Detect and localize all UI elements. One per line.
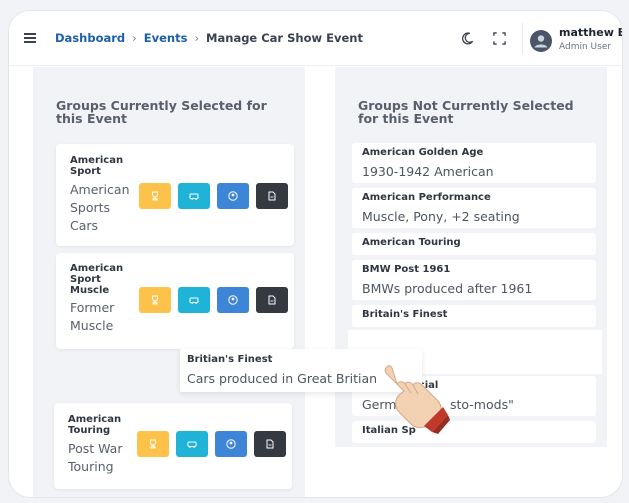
available-group-card[interactable]: BMW Post 1961 BMWs produced after 1961 (352, 260, 596, 300)
car-button[interactable] (176, 431, 208, 457)
header-divider (522, 23, 523, 55)
trophy-button[interactable] (139, 287, 171, 313)
selected-groups-title: Groups Currently Selected for this Event (56, 98, 267, 126)
group-name: American Golden Age (362, 147, 484, 158)
avatar[interactable] (530, 30, 552, 52)
user-circle-icon (228, 191, 238, 201)
unselected-groups-title: Groups Not Currently Selected for this E… (358, 98, 574, 126)
car-icon (187, 441, 197, 448)
document-icon (266, 439, 274, 449)
user-name[interactable]: matthew Eb (559, 26, 622, 39)
breadcrumb-separator: › (132, 31, 137, 45)
hand-pointer-icon (384, 365, 450, 434)
user-button[interactable] (215, 431, 247, 457)
group-description: Cars produced in Great Britian (187, 371, 378, 386)
car-icon (189, 193, 199, 200)
selected-group-card[interactable]: American Touring Post War Touring (54, 403, 292, 489)
group-name: Britain's Finest (362, 309, 448, 320)
group-name: American Touring (362, 237, 461, 248)
group-description: Former Muscle (70, 300, 115, 333)
user-button[interactable] (217, 287, 249, 313)
document-button[interactable] (254, 431, 286, 457)
available-group-card[interactable]: American Performance Muscle, Pony, +2 se… (352, 188, 596, 228)
group-description: Muscle, Pony, +2 seating (362, 209, 520, 224)
trophy-icon (152, 295, 158, 305)
group-description: American Sports Cars (70, 182, 130, 233)
breadcrumb-events[interactable]: Events (144, 31, 188, 45)
car-button[interactable] (178, 287, 210, 313)
car-button[interactable] (178, 183, 210, 209)
group-name: BMW Post 1961 (362, 264, 451, 275)
available-group-card[interactable]: Britain's Finest (352, 305, 596, 327)
document-button[interactable] (256, 287, 288, 313)
trophy-button[interactable] (139, 183, 171, 209)
top-bar: Dashboard › Events › Manage Car Show Event m… (9, 11, 622, 66)
hamburger-icon[interactable] (24, 33, 36, 43)
selected-group-card[interactable]: American Sport Muscle Former Muscle (56, 253, 294, 349)
moon-icon[interactable] (461, 32, 474, 45)
user-button[interactable] (217, 183, 249, 209)
group-name: American Performance (362, 192, 491, 203)
trophy-button[interactable] (137, 431, 169, 457)
breadcrumb-dashboard[interactable]: Dashboard (55, 31, 125, 45)
group-description: Post War Touring (68, 441, 123, 474)
document-icon (268, 191, 276, 201)
user-circle-icon (228, 295, 238, 305)
car-icon (189, 297, 199, 304)
fullscreen-icon[interactable] (493, 32, 506, 45)
trophy-icon (152, 191, 158, 201)
user-role: Admin User (559, 42, 612, 52)
breadcrumb-separator: › (194, 31, 200, 45)
group-name: American Touring (68, 414, 122, 436)
available-group-card[interactable]: American Golden Age 1930-1942 American (352, 143, 596, 183)
document-icon (268, 295, 276, 305)
group-description-tail: sto-mods" (450, 397, 514, 412)
user-circle-icon (226, 439, 236, 449)
trophy-icon (150, 439, 156, 449)
group-name: Britian's Finest (187, 354, 273, 365)
group-description: 1930-1942 American (362, 164, 494, 179)
breadcrumb-current: Manage Car Show Event (206, 31, 363, 45)
user-icon (534, 35, 548, 48)
document-button[interactable] (256, 183, 288, 209)
group-name: American Sport (70, 155, 124, 177)
selected-group-card[interactable]: American Sport American Sports Cars (56, 144, 294, 246)
breadcrumb: Dashboard › Events › Manage Car Show Event (55, 31, 363, 45)
group-name: American Sport Muscle (70, 263, 124, 296)
available-group-card[interactable]: American Touring (352, 233, 596, 255)
group-description: BMWs produced after 1961 (362, 281, 533, 296)
